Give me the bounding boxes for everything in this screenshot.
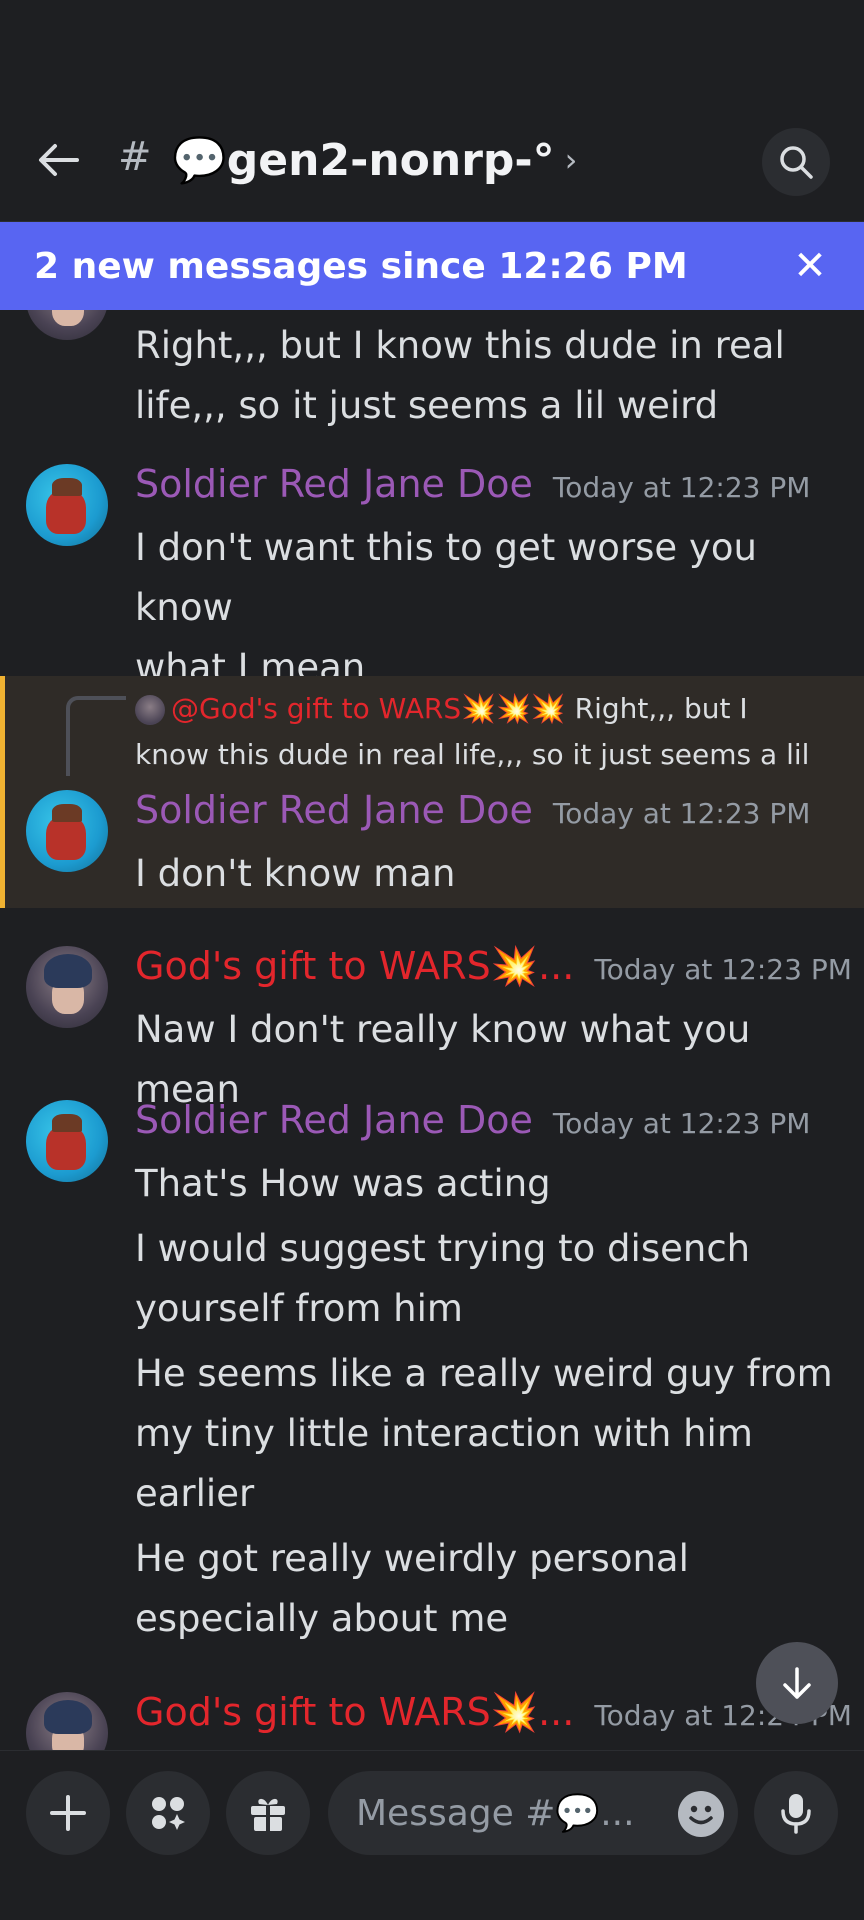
timestamp: Today at 12:23 PM [552,1107,811,1140]
message-group: God's gift to WARS💥... Today at 12:24 PM [135,1690,852,1746]
reply-text-continued: know this dude in real life,,, so it jus… [135,738,810,771]
message-header: Soldier Red Jane Doe Today at 12:23 PM [135,462,845,518]
message-line: He seems like a really weird guy from [135,1352,833,1395]
new-messages-banner[interactable]: 2 new messages since 12:26 PM ✕ [0,222,864,310]
message-group: Soldier Red Jane Doe Today at 12:23 PM I… [135,788,845,904]
message-group: God's gift to WARS💥... Today at 12:23 PM… [135,944,852,1120]
message-header: God's gift to WARS💥... Today at 12:24 PM [135,1690,852,1746]
message-composer: Message #💬... [0,1750,864,1920]
jump-to-present-button[interactable] [756,1642,838,1724]
back-button[interactable] [32,130,84,190]
author-name[interactable]: God's gift to WARS💥... [135,1690,574,1735]
timestamp: Today at 12:23 PM [594,953,852,986]
smiley-icon [689,1805,713,1825]
chat-screen: # 💬gen2-nonrp-° › 2 new messages since 1… [0,0,864,1920]
message-header: God's gift to WARS💥... Today at 12:23 PM [135,944,852,1000]
message-line: I don't want this to get worse you know [135,526,757,629]
message-header: Soldier Red Jane Doe Today at 12:23 PM [135,1098,845,1154]
timestamp: Today at 12:23 PM [552,797,811,830]
timestamp: Today at 12:23 PM [552,471,811,504]
gift-icon [251,1798,285,1831]
message-line: my tiny little interaction with him [135,1412,753,1455]
author-name[interactable]: Soldier Red Jane Doe [135,1098,533,1142]
message-line: That's How was acting [135,1162,551,1205]
avatar[interactable] [26,310,108,340]
channel-title[interactable]: 💬gen2-nonrp-° › [172,134,577,186]
reply-preview[interactable]: @God's gift to WARS💥💥💥 Right,,, but I kn… [135,686,835,778]
author-name[interactable]: God's gift to WARS💥... [135,944,574,989]
message-header: Soldier Red Jane Doe Today at 12:23 PM [135,788,845,844]
message-input[interactable]: Message #💬... [328,1771,738,1855]
avatar[interactable] [26,464,108,546]
reply-text: Right,,, but I [565,692,748,725]
apps-icon [152,1797,185,1830]
message-line: I would suggest trying to disench [135,1227,751,1270]
microphone-icon [781,1794,811,1834]
message-line: He got really weirdly personal [135,1537,689,1580]
arrow-left-icon [39,144,79,176]
voice-message-button[interactable] [754,1771,838,1855]
reply-mention[interactable]: @God's gift to WARS💥💥💥 [171,692,566,725]
reply-connector [66,696,126,776]
chevron-right-icon: › [564,141,578,179]
search-icon [780,146,813,179]
message-line: especially about me [135,1597,509,1640]
message-line: yourself from him [135,1287,463,1330]
new-messages-text: 2 new messages since 12:26 PM [34,245,688,287]
search-button[interactable] [762,128,830,196]
message-line: life,,, so it just seems a lil weird [135,384,719,427]
message-group: Soldier Red Jane Doe Today at 12:23 PM T… [135,1098,845,1649]
plus-icon [50,1795,86,1831]
message-line: I don't know man [135,852,456,895]
reply-avatar [135,695,165,725]
emoji-icon[interactable] [678,1791,724,1837]
author-name[interactable]: Soldier Red Jane Doe [135,788,533,832]
avatar[interactable] [26,790,108,872]
apps-button[interactable] [126,1771,210,1855]
arrow-down-icon [783,1667,811,1699]
author-name[interactable]: Soldier Red Jane Doe [135,462,533,506]
avatar[interactable] [26,946,108,1028]
close-icon[interactable]: ✕ [784,240,836,292]
message-group: Soldier Red Jane Doe Today at 12:23 PM I… [135,462,845,698]
message-line: Right,,, but I know this dude in real [135,324,785,367]
add-attachment-button[interactable] [26,1771,110,1855]
message-continuation: Right,,, but I know this dude in real li… [135,316,845,436]
gift-button[interactable] [226,1771,310,1855]
message-input-placeholder: Message #💬... [356,1793,635,1834]
channel-hash-icon: # [118,134,152,180]
channel-name-text: 💬gen2-nonrp-° [172,135,555,186]
message-list[interactable]: Right,,, but I know this dude in real li… [0,310,864,1750]
avatar[interactable] [26,1100,108,1182]
message-line: earlier [135,1472,255,1515]
channel-header: # 💬gen2-nonrp-° › [0,0,864,222]
avatar[interactable] [26,1692,108,1750]
